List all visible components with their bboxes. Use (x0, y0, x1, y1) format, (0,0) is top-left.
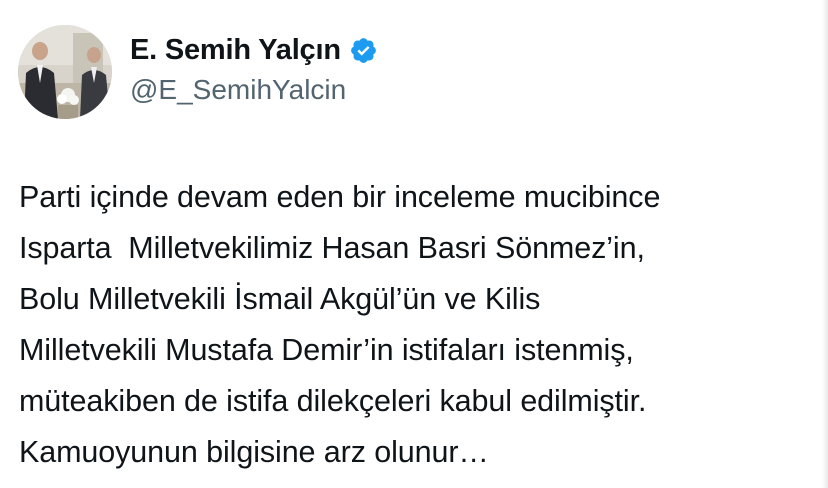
tweet-text-line: Milletvekili Mustafa Demir’in istifaları… (19, 333, 634, 367)
screen-edge-divider (822, 0, 828, 488)
author-name-row: E. Semih Yalçın (130, 30, 378, 70)
author-display-name[interactable]: E. Semih Yalçın (130, 34, 341, 67)
profile-photo-icon (18, 25, 112, 119)
author-handle[interactable]: @E_SemihYalcin (130, 74, 346, 106)
author-avatar[interactable] (18, 25, 112, 119)
tweet-text: Parti içinde devam eden bir inceleme muc… (19, 172, 819, 478)
tweet-text-line: müteakiben de istifa dilekçeleri kabul e… (19, 384, 647, 418)
tweet-text-line: Parti içinde devam eden bir inceleme muc… (19, 180, 661, 214)
tweet-text-line: Kamuoyunun bilgisine arz olunur… (19, 435, 489, 469)
verified-badge-icon (349, 36, 378, 65)
tweet-card: E. Semih Yalçın @E_SemihYalcin Parti içi… (0, 0, 828, 488)
tweet-text-line: Isparta Milletvekilimiz Hasan Basri Sönm… (19, 231, 645, 265)
tweet-text-line: Bolu Milletvekili İsmail Akgül’ün ve Kil… (19, 282, 541, 316)
